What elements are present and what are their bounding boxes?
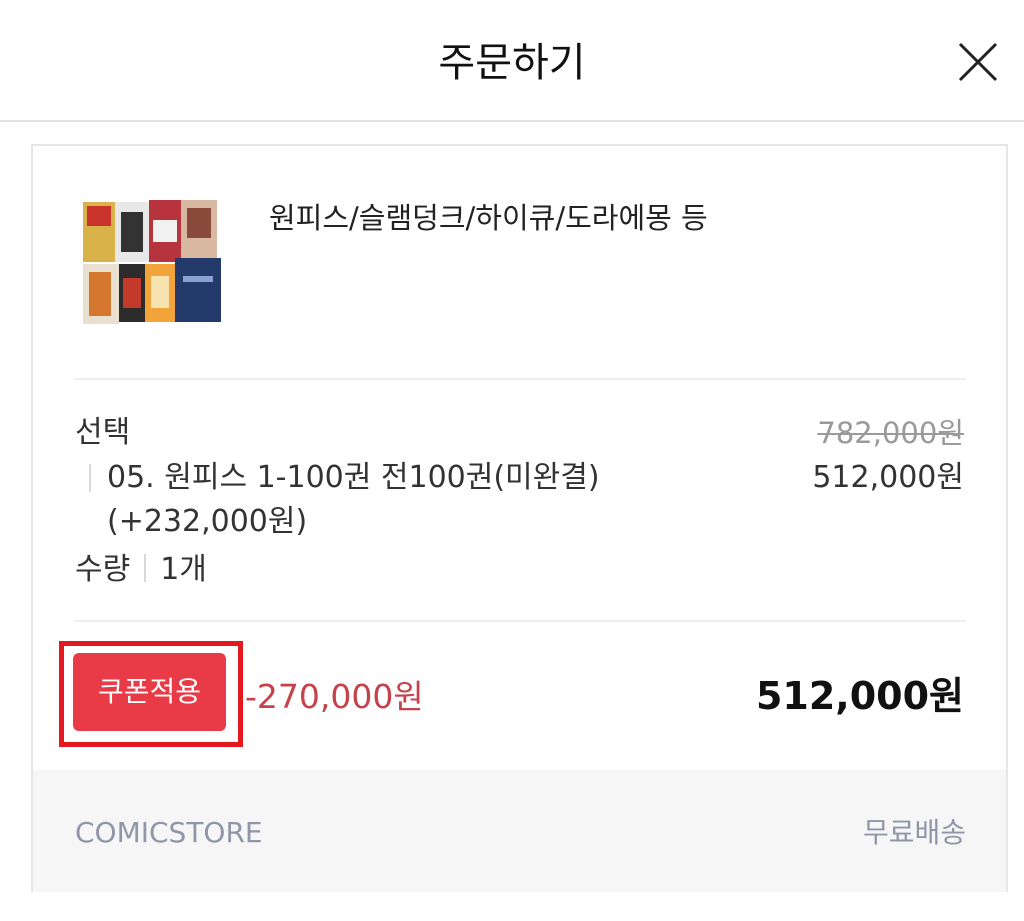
- coupon-apply-button[interactable]: 쿠폰적용: [73, 653, 226, 731]
- original-price: 782,000원: [817, 416, 964, 450]
- footer: COMICSTORE 무료배송: [33, 770, 1006, 892]
- close-button[interactable]: [954, 38, 1002, 86]
- quantity-value: 1개: [160, 552, 207, 587]
- divider: [75, 620, 966, 622]
- header: 주문하기: [0, 0, 1024, 122]
- quantity-row: 수량 1개: [75, 548, 207, 592]
- total-price: 512,000원: [755, 674, 964, 718]
- seller-name: COMICSTORE: [75, 816, 263, 849]
- discount-amount: -270,000원: [245, 677, 424, 716]
- option-price: 512,000원: [812, 460, 964, 495]
- option-text: 05. 원피스 1-100권 전100권(미완결) (+232,000원): [107, 460, 600, 539]
- option-bar: [89, 464, 91, 492]
- option-label: 선택: [75, 415, 131, 450]
- quantity-separator: [144, 554, 147, 582]
- divider: [75, 378, 966, 380]
- product-thumbnail: [79, 198, 225, 328]
- shipping-info: 무료배송: [862, 816, 966, 849]
- quantity-label: 수량: [75, 552, 131, 587]
- close-icon[interactable]: [954, 38, 1002, 86]
- product-name: 원피스/슬램덩크/하이큐/도라에몽 등: [269, 201, 708, 235]
- order-card: 원피스/슬램덩크/하이큐/도라에몽 등 선택 782,000원 05. 원피스 …: [31, 144, 1008, 892]
- page-title: 주문하기: [438, 40, 586, 86]
